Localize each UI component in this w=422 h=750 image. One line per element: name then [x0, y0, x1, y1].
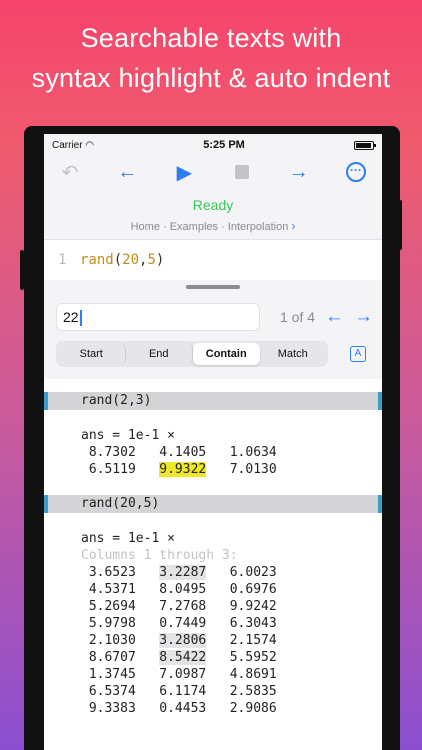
headline: Searchable texts with syntax highlight &… [0, 18, 422, 98]
stop-icon[interactable] [230, 160, 254, 184]
mode-match[interactable]: Match [260, 343, 327, 365]
carrier-label: Carrier ◠ [52, 139, 95, 151]
app-screen: Carrier ◠ 5:25 PM ↶ ← ▶ → ··· Ready Home… [44, 134, 382, 750]
search-match: 3.2287 [159, 565, 207, 580]
output-row: 5.9798 0.7449 6.3043 [88, 616, 277, 631]
next-match-icon[interactable]: → [354, 306, 373, 328]
status-bar: Carrier ◠ 5:25 PM [44, 134, 382, 156]
ellipsis-circle-icon[interactable]: ··· [344, 160, 368, 184]
chevron-right-icon: › [291, 219, 296, 233]
search-match: 8.5422 [159, 650, 207, 665]
headline-line-1: Searchable texts with [80, 23, 342, 53]
toolbar: ↶ ← ▶ → ··· [44, 156, 382, 188]
output-row: 6.5119 9.9322 7.0130 [88, 462, 277, 477]
wifi-icon: ◠ [85, 139, 95, 151]
mode-end[interactable]: End [126, 343, 193, 365]
arrow-left-icon[interactable]: ← [115, 160, 139, 184]
columns-note: Columns 1 through 3: [81, 548, 238, 563]
panel-grabber[interactable] [186, 285, 240, 289]
code-editor[interactable]: 1 rand(20,5) [44, 240, 382, 280]
phone-power-button [398, 200, 402, 250]
output-row: 4.5371 8.0495 0.6976 [88, 582, 277, 597]
output-row: 1.3745 7.0987 4.8691 [88, 667, 277, 682]
find-query: 22 [63, 309, 79, 325]
output-row: 9.3383 0.4453 2.9086 [88, 701, 277, 716]
clock: 5:25 PM [203, 139, 245, 151]
output-row: 8.7302 4.1405 1.0634 [88, 445, 277, 460]
code-line[interactable]: rand(20,5) [80, 252, 164, 268]
headline-line-2: syntax highlight & auto indent [31, 63, 391, 93]
breadcrumb[interactable]: Home · Examples · Interpolation › [44, 219, 382, 233]
current-match: 9.9322 [159, 462, 207, 477]
battery-icon [354, 140, 376, 150]
status-text: Ready [192, 197, 234, 213]
command-bar: rand(2,3) [44, 392, 382, 410]
case-sensitive-button[interactable]: A [350, 346, 366, 362]
breadcrumb-item[interactable]: Examples [170, 221, 218, 233]
match-count: 1 of 4 [280, 309, 316, 325]
output-row: 3.6523 3.2287 6.0023 [88, 565, 277, 580]
mode-start[interactable]: Start [58, 343, 126, 365]
play-icon[interactable]: ▶ [172, 160, 196, 184]
search-match: 3.2806 [159, 633, 207, 648]
output-row: 5.2694 7.2768 9.9242 [88, 599, 277, 614]
breadcrumb-item[interactable]: Interpolation [228, 221, 289, 233]
match-mode-control: Start End Contain Match [56, 341, 328, 367]
command-bar: rand(20,5) [44, 495, 382, 513]
output-row: 6.5374 6.1174 2.5835 [88, 684, 277, 699]
phone-volume-button [20, 250, 24, 290]
output-row: 8.6707 8.5422 5.5952 [88, 650, 277, 665]
arrow-right-icon[interactable]: → [287, 160, 311, 184]
run-status: Ready Home · Examples · Interpolation › [44, 188, 382, 240]
output-row: 2.1030 3.2806 2.1574 [88, 633, 277, 648]
find-panel: 22 1 of 4 ← → Start End Contain Match A [44, 280, 382, 379]
undo-icon[interactable]: ↶ [58, 160, 82, 184]
previous-match-icon[interactable]: ← [325, 306, 344, 328]
ans-line: ans = 1e-1 × [81, 531, 175, 546]
line-number: 1 [58, 252, 67, 268]
text-caret [79, 310, 82, 327]
find-input[interactable]: 22 [56, 303, 260, 331]
console-output: rand(2,3) ans = 1e-1 × 8.7302 4.1405 1.0… [44, 392, 382, 717]
mode-contain[interactable]: Contain [193, 343, 260, 365]
breadcrumb-item[interactable]: Home [131, 221, 160, 233]
ans-line: ans = 1e-1 × [81, 428, 175, 443]
